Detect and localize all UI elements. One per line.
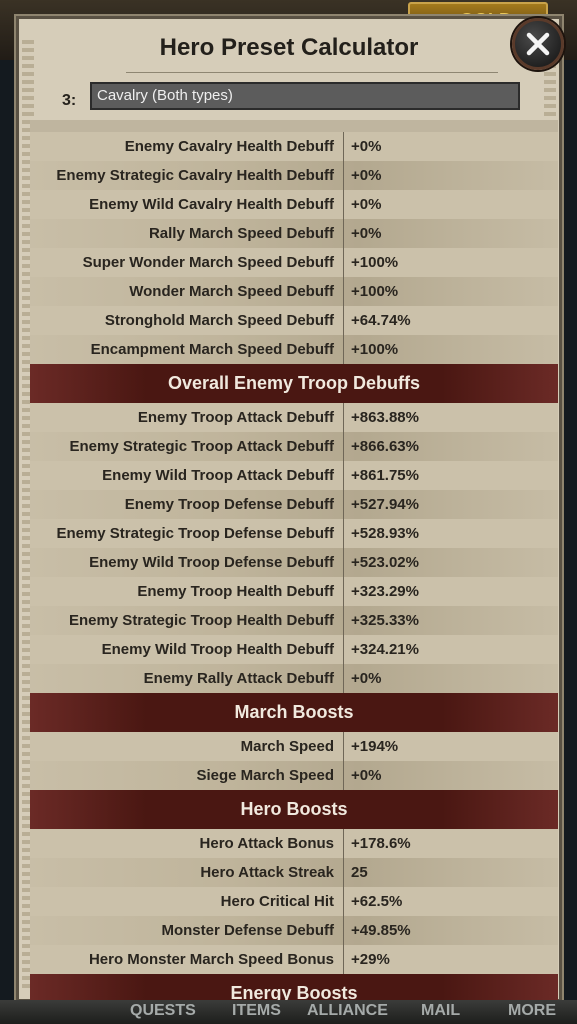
stats-group-b: Enemy Troop Attack Debuff +863.88% Enemy S… bbox=[30, 403, 558, 693]
stat-label: Enemy Wild Troop Health Debuff bbox=[30, 635, 344, 664]
stat-label: Enemy Strategic Troop Attack Debuff bbox=[30, 432, 344, 461]
stats-list: Enemy Cavalry Health Debuff +0% Enemy Stra… bbox=[30, 132, 558, 1000]
close-icon bbox=[526, 32, 550, 56]
section-header-march-boosts: March Boosts bbox=[30, 693, 558, 732]
stat-row: Encampment March Speed Debuff +100% bbox=[30, 335, 558, 364]
section-header-energy-boosts: Energy Boosts bbox=[30, 974, 558, 1000]
close-button[interactable] bbox=[512, 18, 564, 70]
stats-scroll-area[interactable]: Enemy Cavalry Health Debuff +0% Enemy Stra… bbox=[30, 120, 558, 1000]
stat-value: +29% bbox=[351, 951, 390, 968]
stat-label: Hero Attack Streak bbox=[30, 858, 344, 887]
stat-row: March Speed +194% bbox=[30, 732, 558, 761]
stat-value: +863.88% bbox=[351, 409, 419, 426]
nav-items[interactable]: ITEMS bbox=[232, 1002, 281, 1020]
stat-value: +528.93% bbox=[351, 525, 419, 542]
stat-label: Enemy Wild Cavalry Health Debuff bbox=[30, 190, 344, 219]
stat-row: Enemy Troop Attack Debuff +863.88% bbox=[30, 403, 558, 432]
stat-label: Wonder March Speed Debuff bbox=[30, 277, 344, 306]
stat-label: March Speed bbox=[30, 732, 344, 761]
stat-row: Enemy Troop Defense Debuff +527.94% bbox=[30, 490, 558, 519]
stat-row: Super Wonder March Speed Debuff +100% bbox=[30, 248, 558, 277]
stat-row: Hero Monster March Speed Bonus +29% bbox=[30, 945, 558, 974]
stat-value: +0% bbox=[351, 767, 382, 784]
stat-value: +324.21% bbox=[351, 641, 419, 658]
stat-value: +100% bbox=[351, 341, 399, 358]
stat-row: Enemy Rally Attack Debuff +0% bbox=[30, 664, 558, 693]
stat-label: Enemy Strategic Troop Defense Debuff bbox=[30, 519, 344, 548]
stat-label: Enemy Troop Defense Debuff bbox=[30, 490, 344, 519]
stat-value: +194% bbox=[351, 738, 399, 755]
stat-row: Hero Attack Bonus +178.6% bbox=[30, 829, 558, 858]
stats-group-a: Enemy Cavalry Health Debuff +0% Enemy Stra… bbox=[30, 132, 558, 364]
stat-label: Hero Critical Hit bbox=[30, 887, 344, 916]
nav-more[interactable]: MORE bbox=[508, 1002, 556, 1020]
stat-label: Enemy Troop Attack Debuff bbox=[30, 403, 344, 432]
stat-row: Enemy Strategic Troop Health Debuff +325.… bbox=[30, 606, 558, 635]
stat-value: +64.74% bbox=[351, 312, 411, 329]
stat-value: +861.75% bbox=[351, 467, 419, 484]
stat-row: Siege March Speed +0% bbox=[30, 761, 558, 790]
stat-label: Enemy Wild Troop Defense Debuff bbox=[30, 548, 344, 577]
stat-label: Enemy Rally Attack Debuff bbox=[30, 664, 344, 693]
stat-value: +178.6% bbox=[351, 835, 411, 852]
stat-label: Monster Defense Debuff bbox=[30, 916, 344, 945]
stat-row: Rally March Speed Debuff +0% bbox=[30, 219, 558, 248]
section-header-troop-debuffs: Overall Enemy Troop Debuffs bbox=[30, 364, 558, 403]
stat-value: +100% bbox=[351, 254, 399, 271]
stat-value: +523.02% bbox=[351, 554, 419, 571]
stat-row: Enemy Strategic Troop Attack Debuff +866.… bbox=[30, 432, 558, 461]
nav-quests[interactable]: QUESTS bbox=[130, 1002, 196, 1020]
stat-value: +0% bbox=[351, 670, 382, 687]
stat-row: Enemy Wild Cavalry Health Debuff +0% bbox=[30, 190, 558, 219]
bottom-nav: QUESTS ITEMS ALLIANCE MAIL MORE bbox=[0, 1000, 577, 1024]
title-divider bbox=[126, 72, 498, 73]
stat-row: Enemy Cavalry Health Debuff +0% bbox=[30, 132, 558, 161]
stat-label: Rally March Speed Debuff bbox=[30, 219, 344, 248]
stat-label: Enemy Wild Troop Attack Debuff bbox=[30, 461, 344, 490]
preset-number: 3: bbox=[62, 92, 77, 109]
stat-row: Monster Defense Debuff +49.85% bbox=[30, 916, 558, 945]
stat-value: +49.85% bbox=[351, 922, 411, 939]
stat-value: +62.5% bbox=[351, 893, 403, 910]
stat-label: Hero Monster March Speed Bonus bbox=[30, 945, 344, 974]
stat-value: +100% bbox=[351, 283, 399, 300]
stat-row: Enemy Strategic Troop Defense Debuff +528… bbox=[30, 519, 558, 548]
stat-label: Siege March Speed bbox=[30, 761, 344, 790]
stat-value: +0% bbox=[351, 167, 382, 184]
preset-dropdown[interactable]: Cavalry (Both types) bbox=[90, 82, 520, 110]
section-header-hero-boosts: Hero Boosts bbox=[30, 790, 558, 829]
stat-row: Hero Critical Hit +62.5% bbox=[30, 887, 558, 916]
stat-label: Enemy Cavalry Health Debuff bbox=[30, 132, 344, 161]
stat-value: +0% bbox=[351, 225, 382, 242]
stats-group-d: Hero Attack Bonus +178.6% Hero Attack Stre… bbox=[30, 829, 558, 974]
stat-row: Enemy Troop Health Debuff +323.29% bbox=[30, 577, 558, 606]
scrolled-row-remnant bbox=[30, 120, 558, 132]
stat-label: Encampment March Speed Debuff bbox=[30, 335, 344, 364]
page-title: Hero Preset Calculator bbox=[159, 34, 419, 61]
stat-value: +527.94% bbox=[351, 496, 419, 513]
stats-group-c: March Speed +194% Siege March Speed +0% bbox=[30, 732, 558, 790]
stat-label: Hero Attack Bonus bbox=[30, 829, 344, 858]
stat-row: Enemy Wild Troop Health Debuff +324.21% bbox=[30, 635, 558, 664]
stat-value: +0% bbox=[351, 196, 382, 213]
stat-value: +325.33% bbox=[351, 612, 419, 629]
stat-label: Enemy Troop Health Debuff bbox=[30, 577, 344, 606]
stat-row: Hero Attack Streak 25 bbox=[30, 858, 558, 887]
stat-value: +866.63% bbox=[351, 438, 419, 455]
stat-label: Enemy Strategic Troop Health Debuff bbox=[30, 606, 344, 635]
nav-mail[interactable]: MAIL bbox=[421, 1002, 460, 1020]
stat-value: 25 bbox=[351, 864, 368, 881]
nav-alliance[interactable]: ALLIANCE bbox=[307, 1002, 388, 1020]
stat-row: Enemy Wild Troop Defense Debuff +523.02% bbox=[30, 548, 558, 577]
stat-label: Stronghold March Speed Debuff bbox=[30, 306, 344, 335]
stat-row: Wonder March Speed Debuff +100% bbox=[30, 277, 558, 306]
stat-row: Enemy Strategic Cavalry Health Debuff +0% bbox=[30, 161, 558, 190]
stat-label: Super Wonder March Speed Debuff bbox=[30, 248, 344, 277]
stat-value: +0% bbox=[351, 138, 382, 155]
stat-label: Enemy Strategic Cavalry Health Debuff bbox=[30, 161, 344, 190]
stat-row: Enemy Wild Troop Attack Debuff +861.75% bbox=[30, 461, 558, 490]
stat-row: Stronghold March Speed Debuff +64.74% bbox=[30, 306, 558, 335]
stat-value: +323.29% bbox=[351, 583, 419, 600]
